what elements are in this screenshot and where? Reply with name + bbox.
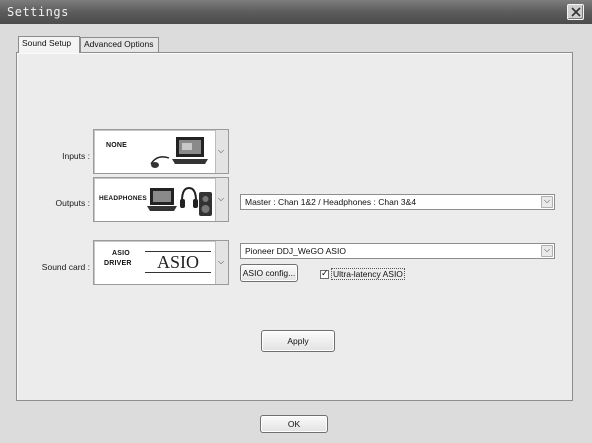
asio-driver-line1: ASIO <box>112 250 130 257</box>
title-bar: Settings <box>0 0 592 24</box>
ultra-latency-checkbox-label[interactable]: Ultra-latency ASIO <box>331 268 405 280</box>
outputs-dropdown-arrow[interactable]: ⌵ <box>215 178 228 221</box>
outputs-label: Outputs : <box>55 198 91 208</box>
asio-config-button[interactable]: ASIO config... <box>240 264 298 282</box>
ultra-latency-asio-checkbox[interactable]: ✓ Ultra-latency ASIO <box>320 268 405 280</box>
asio-driver-line2: DRIVER <box>104 260 132 267</box>
inputs-label: Inputs : <box>62 151 90 161</box>
ok-button[interactable]: OK <box>260 415 328 433</box>
sound-card-select[interactable]: ASIO DRIVER ASIO ⌵ <box>93 240 229 285</box>
settings-window: Settings Sound Setup Advanced Options In… <box>0 0 592 443</box>
asio-device-select[interactable]: Pioneer DDJ_WeGO ASIO ⌵ <box>240 243 555 259</box>
inputs-select[interactable]: NONE ⌵ <box>93 129 229 174</box>
speaker-icon <box>199 192 212 216</box>
close-icon <box>571 7 581 17</box>
close-button[interactable] <box>567 4 584 20</box>
chevron-down-icon: ⌵ <box>544 196 551 205</box>
checkmark-icon: ✓ <box>321 267 329 278</box>
sound-card-label: Sound card : <box>41 262 90 272</box>
chevron-down-icon: ⌵ <box>218 146 225 155</box>
tab-sound-setup[interactable]: Sound Setup <box>18 36 80 53</box>
tab-advanced-options[interactable]: Advanced Options <box>80 37 159 52</box>
asio-device-value: Pioneer DDJ_WeGO ASIO <box>245 246 346 256</box>
chevron-down-icon: ⌵ <box>544 245 551 254</box>
outputs-selected-text: HEADPHONES <box>99 195 147 202</box>
laptop-icon <box>172 137 208 164</box>
output-routing-value: Master : Chan 1&2 / Headphones : Chan 3&… <box>245 197 417 207</box>
inputs-dropdown-arrow[interactable]: ⌵ <box>215 130 228 173</box>
ultra-latency-checkbox-box[interactable]: ✓ <box>320 267 329 279</box>
window-title: Settings <box>7 5 69 19</box>
laptop-icon <box>147 188 177 211</box>
chevron-down-icon: ⌵ <box>218 257 225 266</box>
inputs-selected-text: NONE <box>106 142 128 149</box>
chevron-down-icon: ⌵ <box>218 194 225 203</box>
output-routing-dropdown-button[interactable]: ⌵ <box>541 196 553 208</box>
apply-button[interactable]: Apply <box>261 330 335 352</box>
asio-logo: ASIO <box>145 251 211 273</box>
asio-device-dropdown-button[interactable]: ⌵ <box>541 245 553 257</box>
outputs-select[interactable]: HEADPHONES ⌵ <box>93 177 229 222</box>
output-routing-select[interactable]: Master : Chan 1&2 / Headphones : Chan 3&… <box>240 194 555 210</box>
sound-card-dropdown-arrow[interactable]: ⌵ <box>215 241 228 284</box>
asio-logo-text: ASIO <box>156 252 199 272</box>
